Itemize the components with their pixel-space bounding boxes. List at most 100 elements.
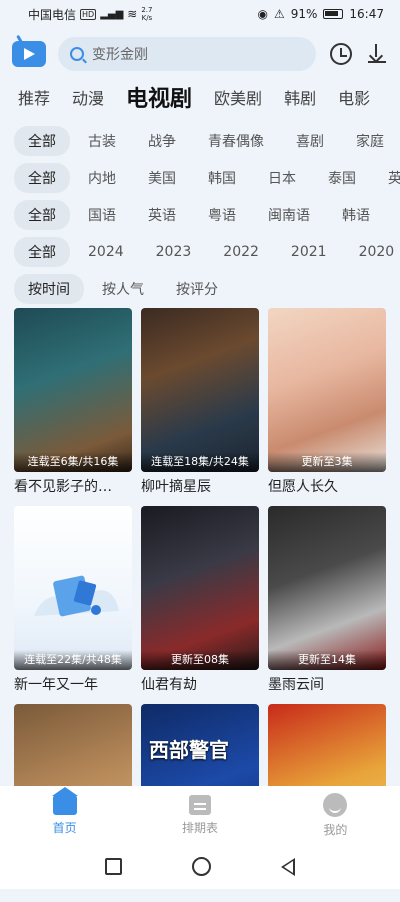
filter-chip[interactable]: 英国 xyxy=(374,163,400,193)
search-row: 变形金刚 xyxy=(0,36,400,72)
filter-chip[interactable]: 2022 xyxy=(209,239,273,265)
tab-anime[interactable]: 动漫 xyxy=(72,85,104,109)
series-card[interactable]: 更新至14集 墨雨云间 xyxy=(268,506,386,704)
series-card[interactable]: 连载至22集/共48集 新一年又一年 xyxy=(14,506,132,704)
episode-status: 连载至18集/共24集 xyxy=(141,452,259,472)
sort-chip[interactable]: 按时间 xyxy=(14,273,84,304)
bottom-nav: 首页 排期表 我的 xyxy=(0,786,400,844)
series-title: 看不见影子的… xyxy=(14,479,112,495)
series-card[interactable]: 连载至6集/共16集 看不见影子的… xyxy=(14,308,132,506)
search-placeholder: 变形金刚 xyxy=(92,47,148,63)
filter-chip[interactable]: 美国 xyxy=(134,163,190,193)
alarm-icon: ⚠ xyxy=(273,7,285,21)
filter-chip[interactable]: 2023 xyxy=(142,239,206,265)
poster-image: 连载至6集/共16集 xyxy=(14,308,132,472)
tab-movies[interactable]: 电影 xyxy=(338,85,370,109)
filter-chip[interactable]: 英语 xyxy=(134,200,190,230)
filter-chip[interactable]: 泰国 xyxy=(314,163,370,193)
nav-home[interactable]: 首页 xyxy=(51,786,78,836)
poster-image: 更新至14集 xyxy=(268,506,386,670)
series-title: 新一年又一年 xyxy=(14,677,98,693)
carrier-label: 中国电信 xyxy=(28,7,77,22)
tv-logo-icon[interactable] xyxy=(12,41,46,67)
download-icon[interactable] xyxy=(366,43,388,65)
filter-chip[interactable]: 日本 xyxy=(254,163,310,193)
filter-chip[interactable]: 2021 xyxy=(277,239,341,265)
episode-status: 连载至22集/共48集 xyxy=(14,650,132,670)
series-card[interactable]: 连载至18集/共24集 柳叶摘星辰 xyxy=(141,308,259,506)
filter-panel: 全部 古装 战争 青春偶像 喜剧 家庭 全部 内地 美国 韩国 日本 泰国 英国… xyxy=(0,122,400,307)
search-icon xyxy=(70,47,84,61)
profile-icon xyxy=(323,792,348,817)
filter-chip[interactable]: 全部 xyxy=(14,125,70,156)
series-title: 柳叶摘星辰 xyxy=(141,479,211,495)
filter-chip[interactable]: 2024 xyxy=(74,239,138,265)
status-bar: 中国电信 HD ▂▄▆ ≋ 2.7 K/s ◉ ⚠ 91% 16:47 xyxy=(0,0,400,28)
filter-chip[interactable]: 家庭 xyxy=(342,126,398,156)
episode-status: 更新至14集 xyxy=(268,650,386,670)
poster-title-text: 西部警官 xyxy=(149,738,229,762)
tab-western-series[interactable]: 欧美剧 xyxy=(214,85,262,109)
image-placeholder-icon xyxy=(34,575,119,617)
poster-image: 连载至22集/共48集 xyxy=(14,506,132,670)
nav-schedule[interactable]: 排期表 xyxy=(181,794,218,836)
filter-chip[interactable]: 全部 xyxy=(14,199,70,230)
hd-badge: HD xyxy=(80,8,97,20)
episode-status: 更新至3集 xyxy=(268,452,386,472)
filter-chip[interactable]: 战争 xyxy=(134,126,190,156)
battery-percent: 91% xyxy=(290,7,318,21)
poster-image: 更新至08集 xyxy=(141,506,259,670)
filter-row-sort: 按时间 按人气 按评分 xyxy=(0,270,400,307)
filter-chip[interactable]: 国语 xyxy=(74,200,130,230)
nav-label: 排期表 xyxy=(181,820,218,835)
sort-chip[interactable]: 按评分 xyxy=(162,274,232,304)
poster-image: 更新至3集 xyxy=(268,308,386,472)
series-card[interactable]: 更新至08集 仙君有劫 xyxy=(141,506,259,704)
clock: 16:47 xyxy=(349,7,384,21)
schedule-icon xyxy=(188,794,211,815)
category-tabs: 推荐 动漫 电视剧 欧美剧 韩剧 电影 xyxy=(0,82,400,112)
filter-row-genre: 全部 古装 战争 青春偶像 喜剧 家庭 xyxy=(0,122,400,159)
series-title: 墨雨云间 xyxy=(268,677,324,693)
search-input[interactable]: 变形金刚 xyxy=(58,37,316,71)
filter-chip[interactable]: 粤语 xyxy=(194,200,250,230)
episode-status: 连载至6集/共16集 xyxy=(14,452,132,472)
filter-chip[interactable]: 全部 xyxy=(14,162,70,193)
filter-row-language: 全部 国语 英语 粤语 闽南语 韩语 日 xyxy=(0,196,400,233)
signal-icon: ▂▄▆ xyxy=(100,8,124,20)
tab-korean-series[interactable]: 韩剧 xyxy=(284,85,316,109)
nav-label: 我的 xyxy=(323,822,348,837)
tab-tv-series[interactable]: 电视剧 xyxy=(126,82,192,112)
back-icon[interactable] xyxy=(281,857,295,876)
nav-label: 首页 xyxy=(52,820,77,835)
home-button-icon[interactable] xyxy=(192,857,211,876)
recent-apps-icon[interactable] xyxy=(105,858,122,875)
series-card[interactable]: 更新至3集 但愿人长久 xyxy=(268,308,386,506)
nav-profile[interactable]: 我的 xyxy=(323,792,348,838)
eye-icon: ◉ xyxy=(257,7,268,21)
system-nav-bar xyxy=(0,844,400,889)
filter-chip[interactable]: 日 xyxy=(388,200,400,230)
filter-chip[interactable]: 韩国 xyxy=(194,163,250,193)
home-icon xyxy=(51,786,78,815)
tab-recommend[interactable]: 推荐 xyxy=(18,85,50,109)
filter-row-region: 全部 内地 美国 韩国 日本 泰国 英国 xyxy=(0,159,400,196)
filter-chip[interactable]: 喜剧 xyxy=(282,126,338,156)
battery-icon xyxy=(323,9,344,19)
series-title: 仙君有劫 xyxy=(141,677,197,693)
filter-chip[interactable]: 闽南语 xyxy=(254,200,324,230)
poster-image: 连载至18集/共24集 xyxy=(141,308,259,472)
filter-chip[interactable]: 韩语 xyxy=(328,200,384,230)
filter-chip[interactable]: 古装 xyxy=(74,126,130,156)
series-title: 但愿人长久 xyxy=(268,479,338,495)
filter-chip[interactable]: 2020 xyxy=(345,239,400,265)
filter-chip[interactable]: 青春偶像 xyxy=(194,126,278,156)
episode-status: 更新至08集 xyxy=(141,650,259,670)
filter-row-year: 全部 2024 2023 2022 2021 2020 xyxy=(0,233,400,270)
wifi-icon: ≋ xyxy=(127,7,138,21)
history-icon[interactable] xyxy=(330,43,352,65)
filter-chip[interactable]: 全部 xyxy=(14,236,70,267)
sort-chip[interactable]: 按人气 xyxy=(88,274,158,304)
filter-chip[interactable]: 内地 xyxy=(74,163,130,193)
network-speed: 2.7 K/s xyxy=(141,6,153,22)
